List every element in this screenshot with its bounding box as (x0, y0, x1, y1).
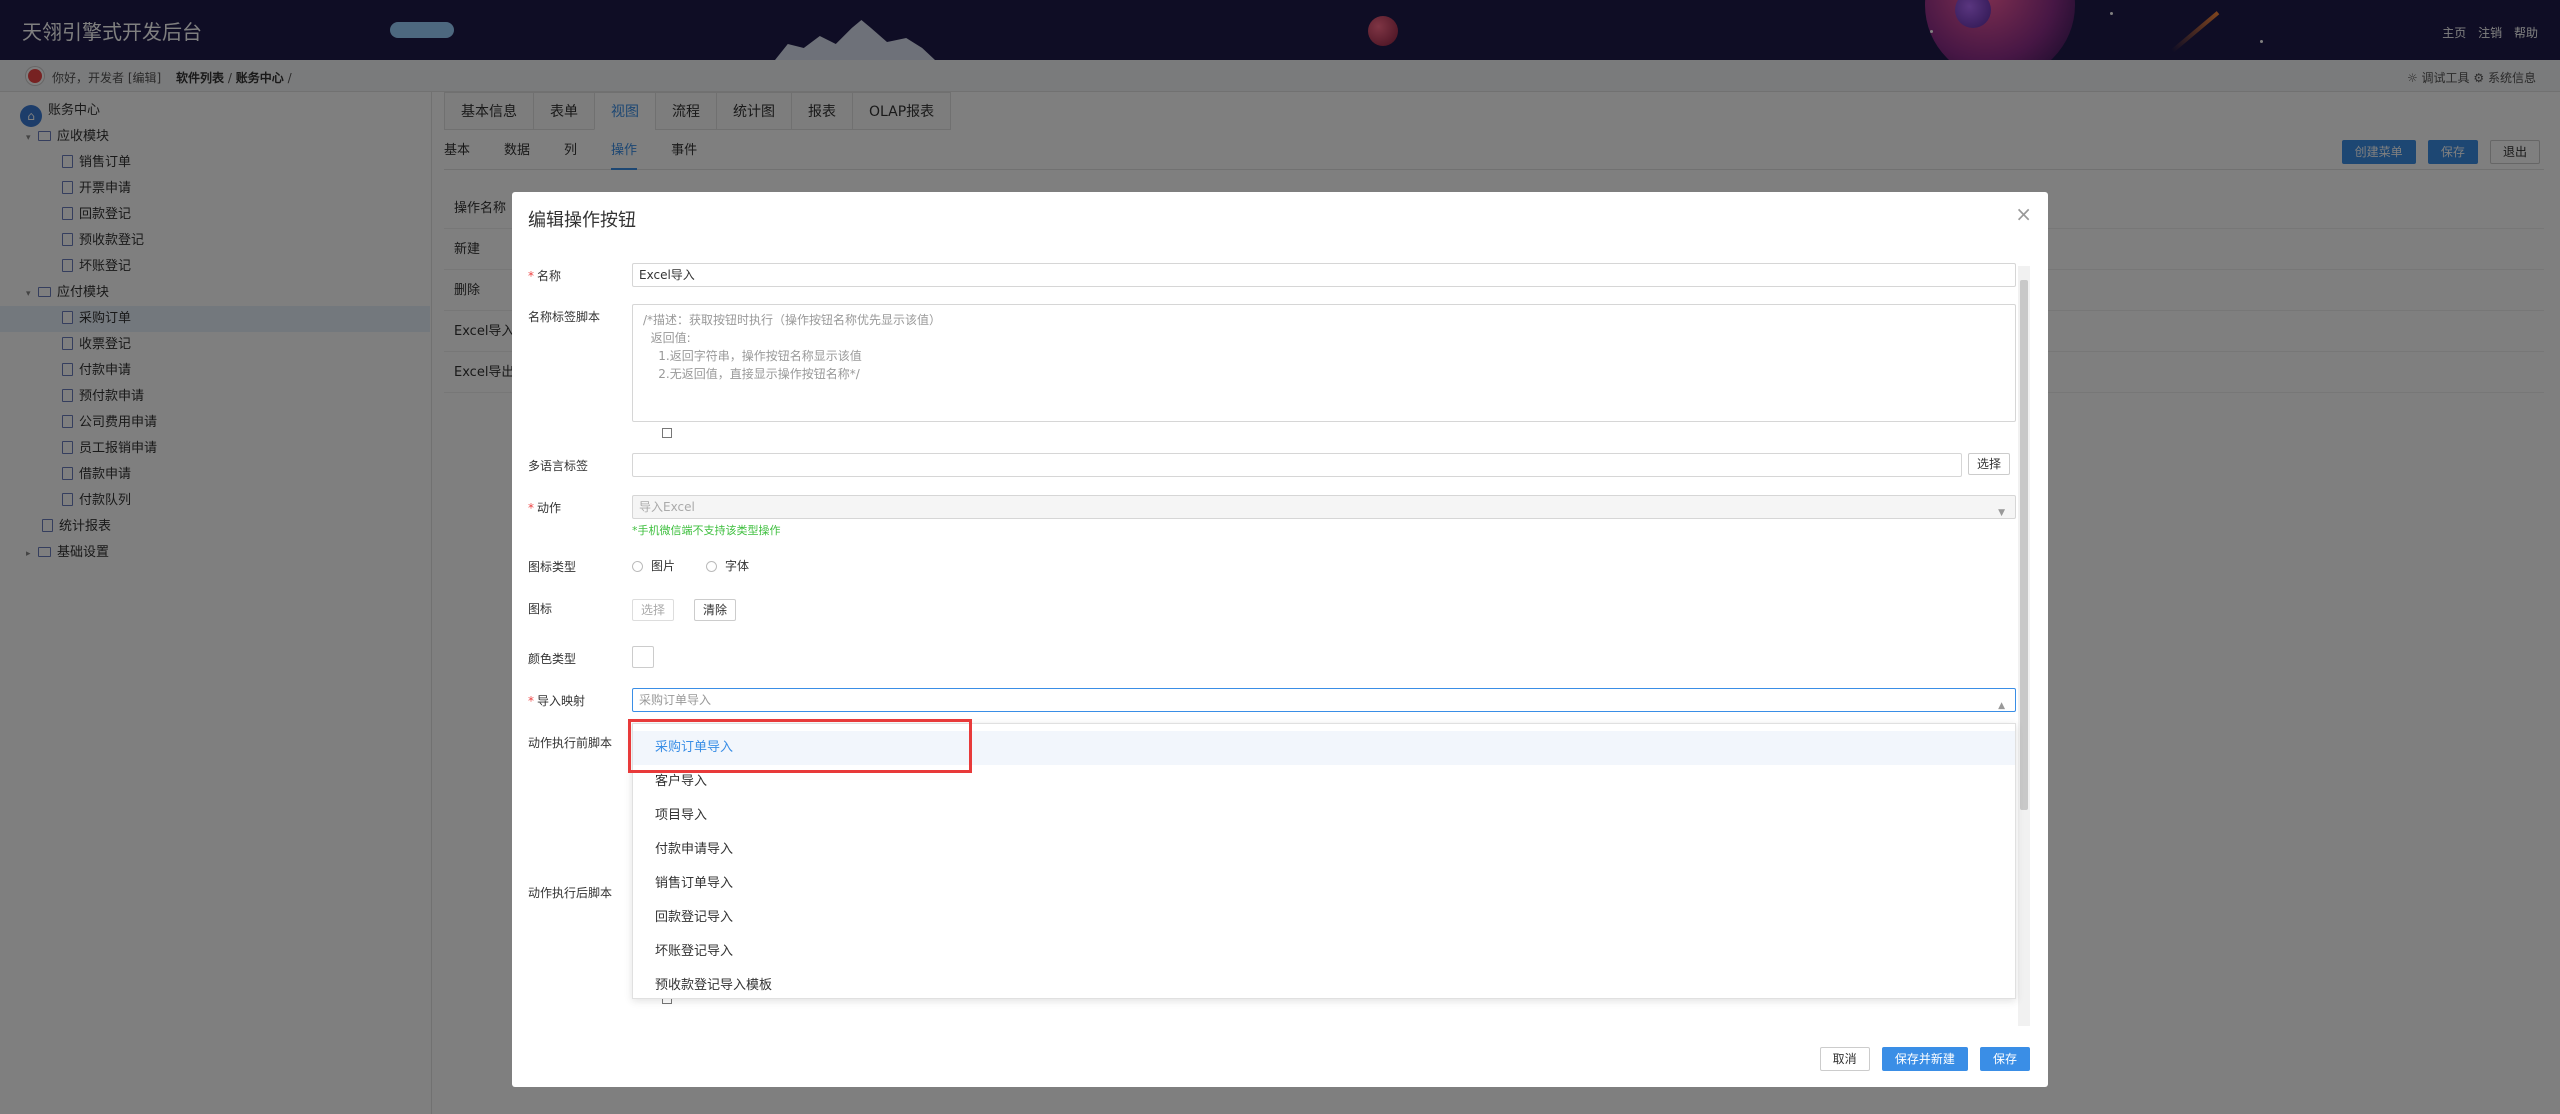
multilang-label: 多语言标签 (528, 459, 589, 473)
close-icon[interactable]: × (2015, 202, 2032, 226)
dropdown-option[interactable]: 付款申请导入 (633, 833, 2015, 867)
dropdown-option[interactable]: 销售订单导入 (633, 867, 2015, 901)
chevron-up-icon: ▲ (1998, 701, 2005, 711)
chevron-down-icon: ▼ (1998, 508, 2005, 518)
action-select[interactable]: 导入Excel ▼ (632, 495, 2016, 519)
icon-type-font-radio[interactable]: 字体 (706, 557, 749, 574)
multilang-field[interactable] (632, 453, 1962, 477)
dialog-scrollbar[interactable] (2018, 266, 2030, 1026)
cancel-button[interactable]: 取消 (1819, 1047, 1870, 1071)
icon-select-button[interactable]: 选择 (632, 599, 675, 621)
mapping-value: 采购订单导入 (639, 693, 712, 707)
dialog-title: 编辑操作按钮 (528, 210, 636, 231)
dropdown-option[interactable]: 项目导入 (633, 799, 2015, 833)
dropdown-option[interactable]: 预收款登记导入模板 (633, 969, 2015, 1003)
mapping-label: * 导入映射 (528, 694, 586, 708)
selection-highlight (628, 719, 972, 773)
save-and-new-button[interactable]: 保存并新建 (1881, 1047, 1968, 1071)
color-picker[interactable] (632, 646, 654, 668)
dialog-footer: 取消 保存并新建 保存 (1812, 1047, 2030, 1071)
mapping-select[interactable]: 采购订单导入 ▲ (632, 688, 2016, 712)
action-value: 导入Excel (639, 500, 695, 514)
edit-icon[interactable] (662, 428, 672, 438)
action-label: * 动作 (528, 501, 562, 515)
name-field[interactable]: Excel导入 (632, 263, 2016, 287)
dropdown-option[interactable]: 坏账登记导入 (633, 935, 2015, 969)
scrollbar-thumb[interactable] (2020, 280, 2028, 810)
script-label: 名称标签脚本 (528, 310, 601, 324)
dropdown-option[interactable]: 回款登记导入 (633, 901, 2015, 935)
pre-script-label: 动作执行前脚本 (528, 736, 613, 750)
script-textarea[interactable]: /*描述：获取按钮时执行（操作按钮名称优先显示该值） 返回值: 1.返回字符串，… (632, 304, 2016, 422)
icon-type-image-radio[interactable]: 图片 (632, 557, 675, 574)
dropdown-arrow (1315, 715, 1331, 723)
icon-label: 图标 (528, 602, 553, 616)
name-label: * 名称 (528, 269, 562, 283)
dialog-save-button[interactable]: 保存 (1979, 1047, 2030, 1071)
post-script-label: 动作执行后脚本 (528, 886, 613, 900)
icon-type-label: 图标类型 (528, 560, 577, 574)
action-tip: *手机微信端不支持该类型操作 (632, 524, 781, 537)
icon-clear-button[interactable]: 清除 (694, 599, 737, 621)
multilang-select-button[interactable]: 选择 (1968, 453, 2011, 475)
color-type-label: 颜色类型 (528, 652, 577, 666)
